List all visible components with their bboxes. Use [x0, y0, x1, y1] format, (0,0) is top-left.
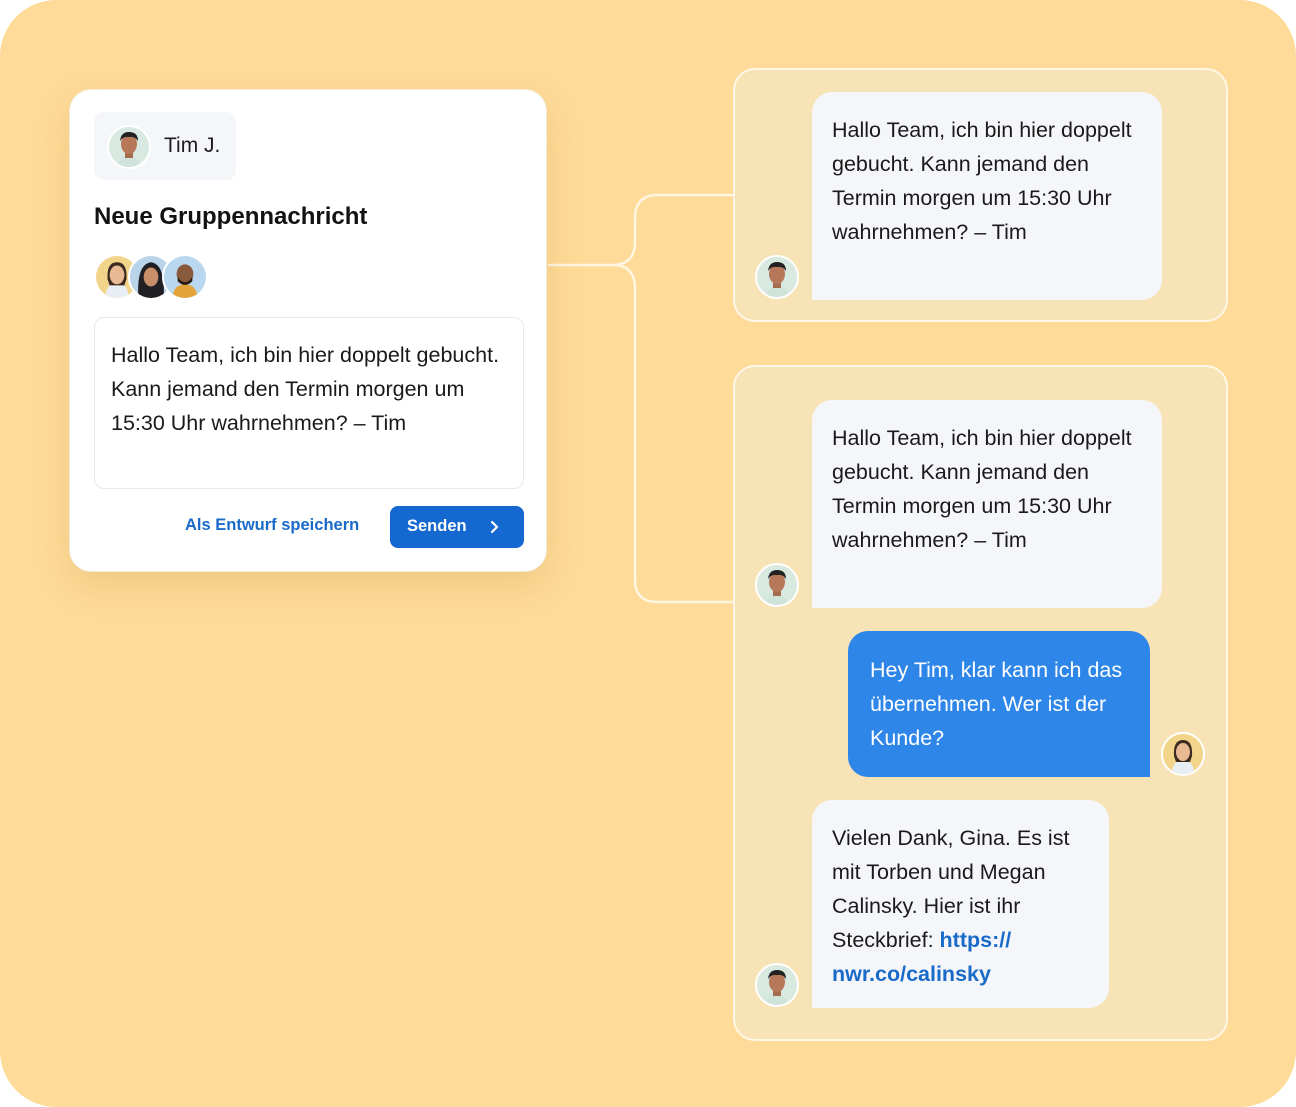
avatar-tim: [755, 563, 799, 607]
message-text: Hallo Team, ich bin hier doppelt gebucht…: [832, 118, 1132, 244]
message-bubble: Hallo Team, ich bin hier doppelt gebucht…: [812, 92, 1162, 300]
profile-link-line-1: https://: [939, 928, 1012, 952]
message-bubble: Hallo Team, ich bin hier doppelt gebucht…: [812, 400, 1162, 608]
avatar-tim: [755, 963, 799, 1007]
message-bubble: Vielen Dank, Gina. Es ist mit Torben und…: [812, 800, 1109, 1008]
send-button[interactable]: Senden: [390, 506, 524, 548]
chat-panel-direct: Hallo Team, ich bin hier doppelt gebucht…: [733, 68, 1228, 322]
message-text: Hallo Team, ich bin hier doppelt gebucht…: [832, 426, 1132, 552]
send-label: Senden: [407, 517, 467, 535]
sender-name: Tim J.: [164, 134, 221, 157]
recipient-avatar-man: [162, 254, 208, 300]
avatar-tim: [755, 255, 799, 299]
message-text: Hallo Team, ich bin hier doppelt gebucht…: [111, 343, 500, 435]
message-bubble-outgoing: Hey Tim, klar kann ich das übernehmen. W…: [848, 631, 1150, 777]
profile-link-line-2: nwr.co/calinsky: [832, 962, 991, 986]
avatar-gina: [1161, 732, 1205, 776]
chat-panel-thread: Hallo Team, ich bin hier doppelt gebucht…: [733, 365, 1228, 1041]
compose-title: Neue Gruppennachricht: [94, 203, 368, 230]
chevron-right-icon: [487, 520, 501, 539]
message-input[interactable]: Hallo Team, ich bin hier doppelt gebucht…: [94, 317, 524, 489]
recipient-avatars[interactable]: [94, 254, 214, 300]
sender-avatar: [107, 125, 151, 169]
sender-chip[interactable]: Tim J.: [94, 112, 236, 180]
message-text: Hey Tim, klar kann ich das übernehmen. W…: [870, 658, 1123, 750]
compose-card: Tim J. Neue Gruppennachricht Hallo Team,…: [69, 89, 547, 572]
save-draft-button[interactable]: Als Entwurf speichern: [185, 516, 359, 535]
